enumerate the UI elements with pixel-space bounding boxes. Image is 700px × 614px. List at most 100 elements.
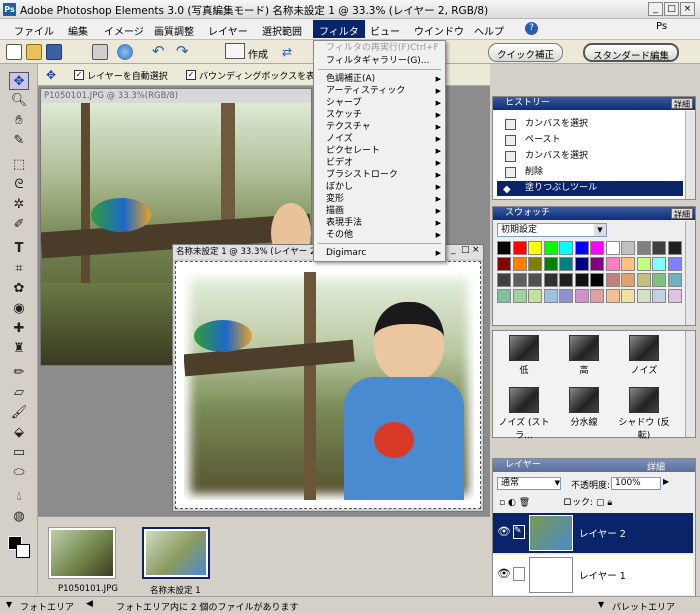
lasso-tool-icon[interactable]: ᘓ <box>9 176 29 194</box>
color-swatch[interactable] <box>512 289 527 303</box>
doc-minimize-icon[interactable]: _ <box>451 245 456 255</box>
color-swatch[interactable] <box>590 257 604 271</box>
menu-item-noise[interactable]: ノイズ ▶ <box>314 133 445 145</box>
menu-enhance[interactable]: 画質調整 <box>154 23 194 38</box>
menu-item-other[interactable]: その他 ▶ <box>314 229 445 241</box>
history-item[interactable]: ペースト <box>497 133 683 148</box>
color-swatch[interactable] <box>652 241 666 255</box>
maximize-button[interactable]: □ <box>664 2 679 16</box>
color-swatch[interactable] <box>528 241 542 255</box>
doc-close-icon[interactable]: × <box>472 245 480 255</box>
color-swatch[interactable] <box>605 273 620 287</box>
auto-select-checkbox[interactable]: ✓ <box>74 70 84 80</box>
color-swatch[interactable] <box>636 257 651 271</box>
print-icon[interactable] <box>92 44 108 60</box>
history-item[interactable]: カンバスを選択 <box>497 149 683 164</box>
color-swatch[interactable] <box>590 289 604 303</box>
color-swatch[interactable] <box>528 257 542 271</box>
online-services-icon[interactable] <box>117 44 133 60</box>
color-swatch[interactable] <box>559 273 573 287</box>
color-swatch[interactable] <box>605 289 620 303</box>
history-scrollbar[interactable] <box>685 111 695 199</box>
eraser-tool-icon[interactable]: ▱ <box>9 384 29 402</box>
menu-item-brush-strokes[interactable]: ブラシストローク ▶ <box>314 169 445 181</box>
prev-arrow-icon[interactable]: ◀ <box>86 599 93 609</box>
swatch-preset-select[interactable]: 初期設定 ▼ <box>497 223 607 237</box>
menu-file[interactable]: ファイル <box>14 23 54 38</box>
color-swatch[interactable] <box>636 273 651 287</box>
canvas[interactable] <box>175 261 481 509</box>
color-swatch[interactable] <box>590 273 604 287</box>
magic-wand-tool-icon[interactable]: ✲ <box>9 196 29 214</box>
color-swatch[interactable] <box>621 273 635 287</box>
opacity-slider-icon[interactable]: ▶ <box>663 477 669 486</box>
photo-bin-label[interactable]: フォトエリア <box>20 600 74 613</box>
color-swatch[interactable] <box>621 289 635 303</box>
color-swatch[interactable] <box>652 273 666 287</box>
new-file-icon[interactable] <box>6 44 22 60</box>
doc-maximize-icon[interactable]: □ <box>461 245 470 255</box>
color-swatch[interactable] <box>497 257 511 271</box>
hand-tool-icon[interactable]: ✋︎ <box>9 112 29 130</box>
color-swatch[interactable] <box>621 257 635 271</box>
history-item-selected[interactable]: ◆ 塗りつぶしツール <box>497 181 683 196</box>
effect-item[interactable]: ノイズ <box>615 331 673 379</box>
color-swatch[interactable] <box>621 241 635 255</box>
color-swatch[interactable] <box>636 241 651 255</box>
swatches-scrollbar[interactable] <box>685 221 695 325</box>
color-swatch[interactable] <box>667 257 682 271</box>
menu-item-adjustments[interactable]: 色調補正(A) ▶ <box>314 73 445 85</box>
blur-tool-icon[interactable]: 💧︎ <box>9 488 29 506</box>
opacity-input[interactable]: 100% <box>611 477 661 490</box>
menu-edit[interactable]: 編集 <box>68 23 88 38</box>
background-color-swatch[interactable] <box>16 544 30 558</box>
layer-row[interactable]: 👁︎ レイヤー 1 <box>493 555 693 595</box>
color-swatch[interactable] <box>574 289 589 303</box>
color-swatch[interactable] <box>512 257 527 271</box>
menu-item-stylize[interactable]: 表現手法 ▶ <box>314 217 445 229</box>
standard-edit-button[interactable]: スタンダード編集 <box>583 43 680 62</box>
swatches-more-button[interactable]: 詳細 <box>671 208 693 219</box>
undo-icon[interactable]: ↶ <box>152 42 165 60</box>
color-swatch[interactable] <box>605 257 620 271</box>
menu-filter[interactable]: フィルタ <box>313 20 365 38</box>
crop-tool-icon[interactable]: ⌗ <box>9 260 29 278</box>
open-folder-icon[interactable] <box>26 44 42 60</box>
color-swatch[interactable] <box>543 273 558 287</box>
effect-item[interactable]: シャドウ (反転) <box>615 383 673 441</box>
color-swatch[interactable] <box>528 273 542 287</box>
color-swatch[interactable] <box>497 273 511 287</box>
menu-select[interactable]: 選択範囲 <box>262 23 302 38</box>
color-swatch[interactable] <box>559 257 573 271</box>
color-swatch[interactable] <box>652 289 666 303</box>
color-swatch[interactable] <box>543 289 558 303</box>
color-swatch[interactable] <box>574 273 589 287</box>
color-swatch[interactable] <box>559 289 573 303</box>
create-icon[interactable] <box>225 43 245 59</box>
thumbnail-untitled[interactable] <box>142 527 210 579</box>
help-icon[interactable]: ? <box>525 22 538 35</box>
color-swatch[interactable] <box>574 257 589 271</box>
color-swatch[interactable] <box>667 289 682 303</box>
menu-item-artistic[interactable]: アーティスティック ▶ <box>314 85 445 97</box>
type-tool-icon[interactable]: T <box>9 240 29 258</box>
color-swatch[interactable] <box>574 241 589 255</box>
menu-view[interactable]: ビュー <box>370 23 400 38</box>
menu-item-blur[interactable]: ぼかし ▶ <box>314 181 445 193</box>
menu-item-sharpen[interactable]: シャープ ▶ <box>314 97 445 109</box>
menu-window[interactable]: ウインドウ <box>414 23 464 38</box>
color-swatch[interactable] <box>559 241 573 255</box>
close-button[interactable]: × <box>680 2 695 16</box>
effect-item[interactable]: ノイズ (ストラ... <box>495 383 553 441</box>
menu-layer[interactable]: レイヤー <box>208 23 248 38</box>
selection-brush-tool-icon[interactable]: ✐ <box>9 216 29 234</box>
effect-item[interactable]: 低 <box>495 331 553 379</box>
menu-item-render[interactable]: 描画 ▶ <box>314 205 445 217</box>
history-item[interactable]: 削除 <box>497 165 683 180</box>
color-swatch[interactable] <box>512 241 527 255</box>
effects-scrollbar[interactable] <box>685 331 695 437</box>
blend-mode-select[interactable]: 通常 ▼ <box>497 477 561 490</box>
palette-bin-label[interactable]: パレットエリア <box>612 600 675 613</box>
clone-stamp-tool-icon[interactable]: ♜ <box>9 340 29 358</box>
color-swatch[interactable] <box>605 241 620 255</box>
